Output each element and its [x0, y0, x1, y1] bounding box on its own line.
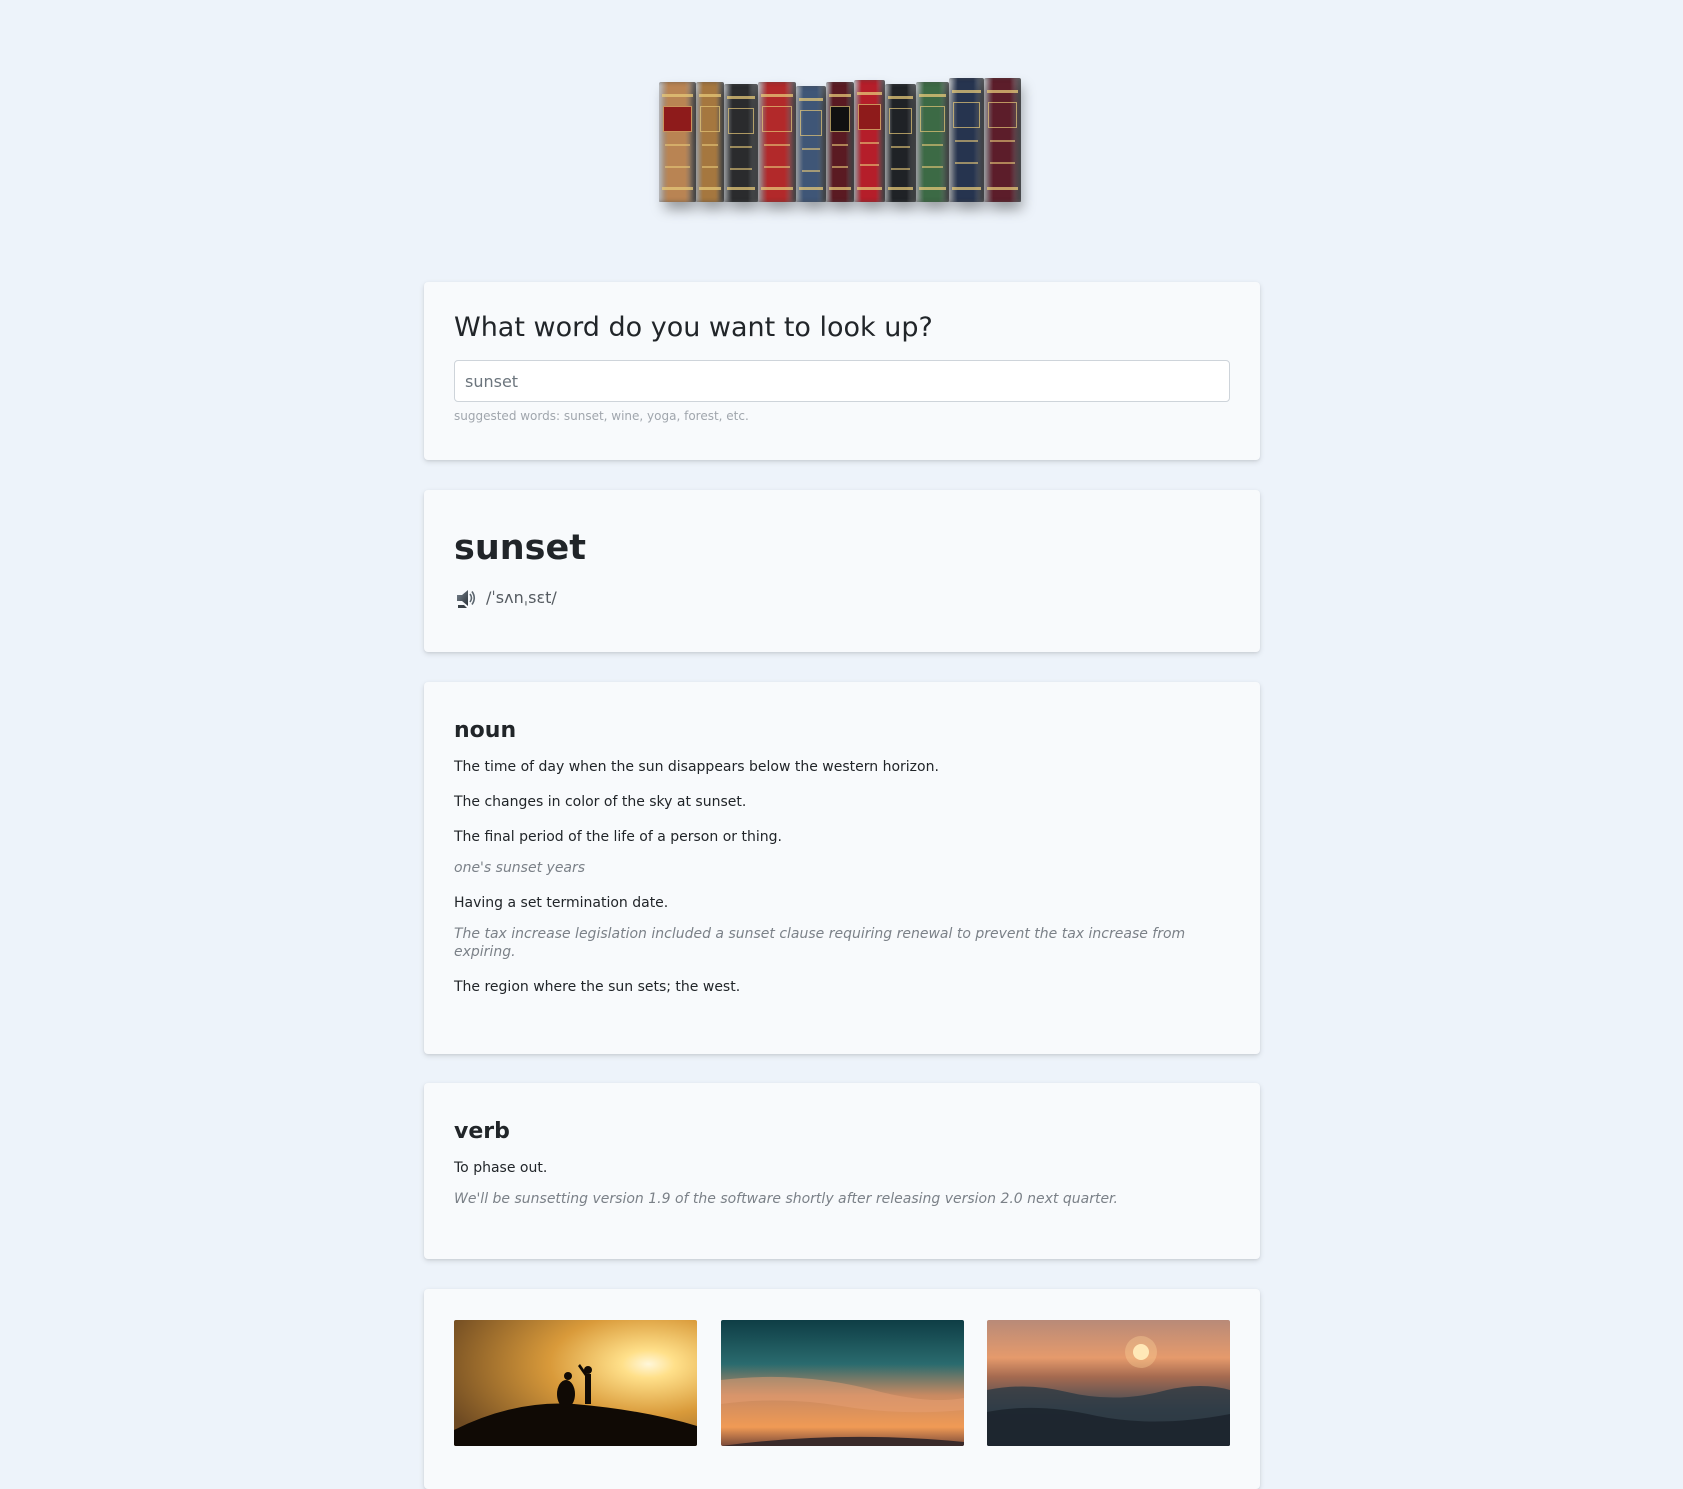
book-spine — [916, 82, 949, 202]
definition-item: To phase out. We'll be sunsetting versio… — [454, 1159, 1230, 1208]
book-spine — [949, 78, 984, 202]
book-spine — [885, 84, 916, 202]
search-title: What word do you want to look up? — [454, 312, 933, 343]
header-books-image — [659, 78, 1021, 202]
part-of-speech: noun — [454, 718, 517, 743]
book-spine — [758, 82, 796, 202]
search-hint: suggested words: sunset, wine, yoga, for… — [454, 409, 749, 423]
word-card: sunset /ˈsʌnˌsɛt/ — [424, 490, 1260, 652]
definition-item: The region where the sun sets; the west. — [454, 978, 1230, 996]
definition-list: The time of day when the sun disappears … — [454, 758, 1230, 1013]
definition-text: The final period of the life of a person… — [454, 829, 782, 845]
word-title: sunset — [454, 528, 586, 568]
definition-example: We'll be sunsetting version 1.9 of the s… — [454, 1191, 1118, 1207]
definition-example: The tax increase legislation included a … — [454, 926, 1186, 960]
definition-item: The changes in color of the sky at sunse… — [454, 793, 1230, 811]
definition-item: Having a set termination date. The tax i… — [454, 894, 1230, 961]
definition-list: To phase out. We'll be sunsetting versio… — [454, 1159, 1230, 1225]
part-of-speech: verb — [454, 1119, 510, 1144]
phonetic-text: /ˈsʌnˌsɛt/ — [486, 588, 557, 607]
meaning-card-noun: noun The time of day when the sun disapp… — [424, 682, 1260, 1054]
book-spine — [854, 80, 885, 202]
photo-couple-silhouette[interactable] — [454, 1320, 697, 1446]
book-spine — [724, 84, 758, 202]
book-spine — [826, 82, 854, 202]
search-card: What word do you want to look up? sugges… — [424, 282, 1260, 460]
book-spine — [659, 82, 696, 202]
book-spine — [796, 86, 826, 202]
definition-text: The changes in color of the sky at sunse… — [454, 794, 747, 810]
definition-text: To phase out. — [454, 1160, 548, 1176]
speaker-icon[interactable] — [455, 587, 477, 609]
photo-teal-sky[interactable] — [721, 1320, 964, 1446]
definition-item: The time of day when the sun disappears … — [454, 758, 1230, 776]
images-card — [424, 1289, 1260, 1489]
search-input[interactable] — [454, 360, 1230, 402]
photo-ocean-waves[interactable] — [987, 1320, 1230, 1446]
meaning-card-verb: verb To phase out. We'll be sunsetting v… — [424, 1083, 1260, 1259]
definition-text: The time of day when the sun disappears … — [454, 759, 939, 775]
definition-item: The final period of the life of a person… — [454, 828, 1230, 877]
definition-text: Having a set termination date. — [454, 895, 669, 911]
definition-text: The region where the sun sets; the west. — [454, 979, 741, 995]
book-spine — [696, 82, 724, 202]
book-spine — [984, 78, 1021, 202]
definition-example: one's sunset years — [454, 860, 586, 876]
